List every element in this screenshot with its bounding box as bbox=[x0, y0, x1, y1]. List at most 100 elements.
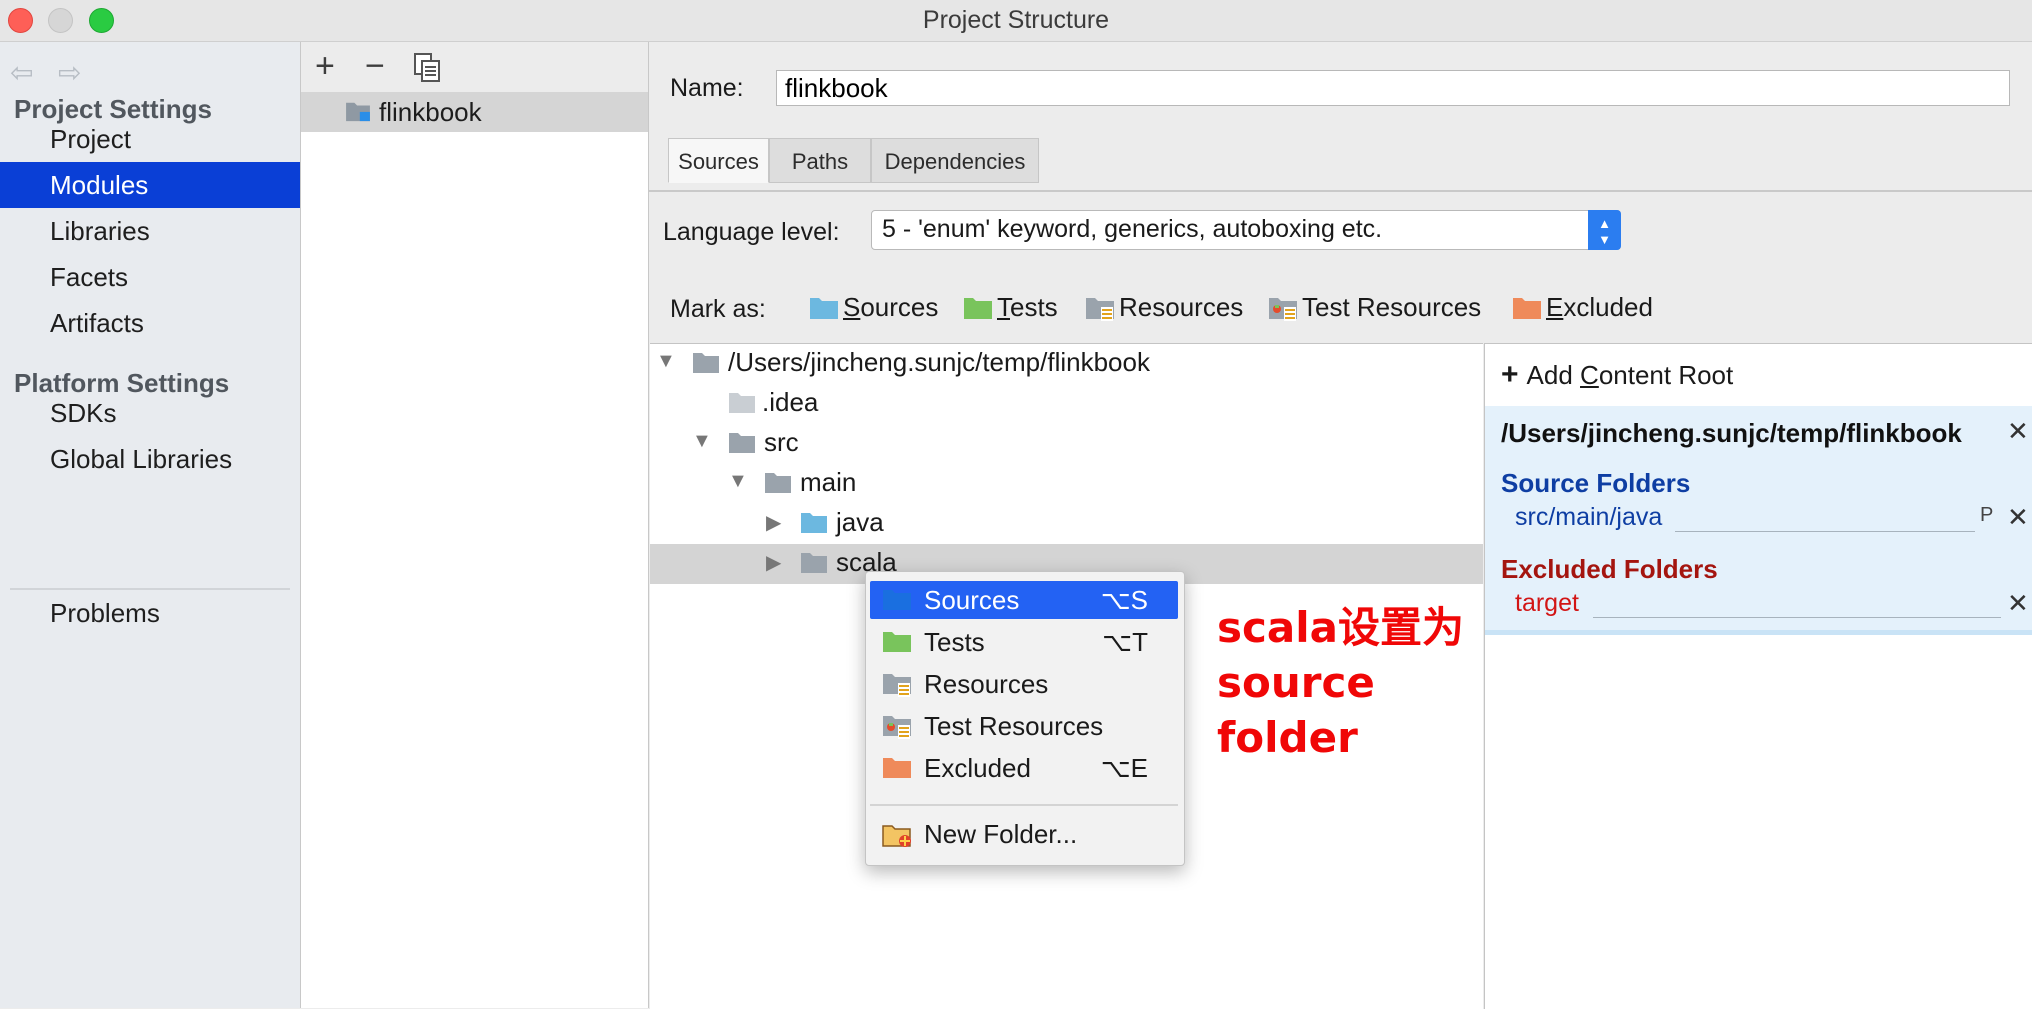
resources-folder-icon bbox=[883, 674, 911, 697]
language-level-label: Language level: bbox=[663, 218, 840, 246]
menu-item-shortcut: ⌥E bbox=[1100, 753, 1148, 783]
collapse-arrow-icon[interactable]: ▶ bbox=[766, 550, 781, 575]
folder-icon bbox=[729, 393, 755, 413]
select-stepper-icon[interactable]: ▲ ▼ bbox=[1588, 210, 1621, 250]
sidebar-item-modules[interactable]: Modules bbox=[0, 162, 300, 208]
mark-as-label: Mark as: bbox=[670, 295, 766, 323]
mark-test-resources-button[interactable]: Test Resources bbox=[1268, 292, 1498, 326]
mark-sources-label: ources bbox=[860, 292, 939, 322]
content-root-entry: /Users/jincheng.sunjc/temp/flinkbook ✕ S… bbox=[1485, 406, 2032, 635]
mark-excluded-mnemonic: E bbox=[1546, 292, 1564, 322]
back-arrow-icon[interactable]: ⇦ bbox=[10, 56, 33, 89]
menu-item-shortcut: ⌥S bbox=[1100, 585, 1148, 615]
tree-node-root[interactable]: ▼ /Users/jincheng.sunjc/temp/flinkbook bbox=[650, 344, 1483, 384]
annotation-line-3: folder bbox=[1217, 713, 1358, 762]
new-folder-icon bbox=[882, 825, 911, 847]
expand-arrow-icon[interactable]: ▼ bbox=[656, 350, 676, 373]
package-prefix-icon[interactable]: P bbox=[1980, 504, 1993, 527]
menu-item-test-resources[interactable]: Test Resources bbox=[870, 707, 1178, 745]
tree-node-main[interactable]: ▼ main bbox=[650, 464, 1483, 504]
mark-sources-mnemonic: S bbox=[843, 292, 861, 322]
mark-test-resources-label: Test Resources bbox=[1302, 292, 1482, 322]
plus-icon: + bbox=[1501, 358, 1519, 391]
sidebar-item-artifacts[interactable]: Artifacts bbox=[0, 300, 300, 346]
menu-item-sources[interactable]: Sources ⌥S bbox=[870, 581, 1178, 619]
language-level-select[interactable]: 5 - 'enum' keyword, generics, autoboxing… bbox=[871, 210, 1621, 250]
module-list-item[interactable]: flinkbook bbox=[301, 92, 648, 132]
resources-folder-icon bbox=[1086, 298, 1114, 321]
forward-arrow-icon[interactable]: ⇨ bbox=[58, 56, 81, 89]
add-content-root-button[interactable]: + Add Content Root bbox=[1501, 358, 1733, 392]
tests-folder-icon bbox=[964, 298, 992, 319]
source-folders-header: Source Folders bbox=[1501, 468, 1691, 498]
sidebar-item-facets[interactable]: Facets bbox=[0, 254, 300, 300]
settings-sidebar: ⇦ ⇨ Project Settings Project Modules Lib… bbox=[0, 42, 301, 1008]
menu-item-tests[interactable]: Tests ⌥T bbox=[870, 623, 1178, 661]
module-name-field[interactable] bbox=[776, 70, 2010, 106]
menu-item-resources[interactable]: Resources bbox=[870, 665, 1178, 703]
tab-dependencies[interactable]: Dependencies bbox=[871, 138, 1039, 183]
mark-excluded-button[interactable]: Excluded bbox=[1512, 292, 1662, 326]
expand-arrow-icon[interactable]: ▼ bbox=[728, 470, 748, 493]
tab-sources[interactable]: Sources bbox=[668, 138, 769, 183]
mark-tests-button[interactable]: Tests bbox=[963, 292, 1083, 326]
tree-node-idea[interactable]: .idea bbox=[650, 384, 1483, 424]
collapse-arrow-icon[interactable]: ▶ bbox=[766, 510, 781, 535]
name-label: Name: bbox=[670, 74, 744, 102]
mark-excluded-label: xcluded bbox=[1563, 292, 1653, 322]
sidebar-item-libraries[interactable]: Libraries bbox=[0, 208, 300, 254]
test-resources-folder-icon bbox=[1269, 298, 1297, 321]
menu-item-new-folder[interactable]: New Folder... bbox=[870, 815, 1178, 853]
menu-item-label: Test Resources bbox=[924, 711, 1104, 741]
sidebar-item-problems[interactable]: Problems bbox=[0, 590, 300, 636]
excluded-folder-icon bbox=[1513, 298, 1541, 319]
menu-item-excluded[interactable]: Excluded ⌥E bbox=[870, 749, 1178, 787]
tab-divider bbox=[649, 190, 2032, 192]
remove-module-button[interactable]: − bbox=[365, 48, 385, 84]
tree-node-label: java bbox=[836, 507, 884, 537]
remove-excluded-folder-close-icon[interactable]: ✕ bbox=[2007, 588, 2029, 619]
sidebar-item-global-libraries[interactable]: Global Libraries bbox=[0, 436, 300, 482]
sources-folder-icon bbox=[801, 513, 827, 533]
sources-folder-icon bbox=[810, 298, 838, 319]
module-list-panel: + − flinkbook bbox=[301, 42, 649, 1008]
folder-icon bbox=[801, 553, 827, 573]
module-toolbar: + − bbox=[301, 42, 648, 92]
menu-item-label: Resources bbox=[924, 669, 1049, 699]
add-root-mnemonic: C bbox=[1580, 360, 1599, 390]
language-level-value: 5 - 'enum' keyword, generics, autoboxing… bbox=[882, 215, 1383, 243]
menu-item-label: Tests bbox=[924, 627, 985, 657]
source-folder-underline bbox=[1675, 531, 1975, 532]
sidebar-item-project[interactable]: Project bbox=[0, 116, 300, 162]
module-editor: Name: Sources Paths Dependencies Languag… bbox=[649, 42, 2032, 1009]
remove-root-close-icon[interactable]: ✕ bbox=[2007, 416, 2029, 447]
excluded-folder-item: target bbox=[1515, 589, 1579, 617]
mark-sources-button[interactable]: Sources bbox=[809, 292, 959, 326]
tree-node-src[interactable]: ▼ src bbox=[650, 424, 1483, 464]
tree-node-java[interactable]: ▶ java bbox=[650, 504, 1483, 544]
mark-resources-button[interactable]: Resources bbox=[1085, 292, 1255, 326]
expand-arrow-icon[interactable]: ▼ bbox=[692, 430, 712, 453]
tree-node-label: .idea bbox=[762, 387, 819, 417]
mark-directory-context-menu: Sources ⌥S Tests ⌥T Resources Test Resou… bbox=[865, 571, 1185, 866]
folder-icon bbox=[765, 473, 791, 493]
annotation-line-2: source bbox=[1217, 658, 1375, 707]
menu-item-label: Sources bbox=[924, 585, 1020, 615]
folder-icon bbox=[729, 433, 755, 453]
sidebar-item-sdks[interactable]: SDKs bbox=[0, 390, 300, 436]
sources-folder-icon bbox=[883, 590, 911, 610]
excluded-folder-underline bbox=[1593, 617, 2001, 618]
copy-module-icon[interactable] bbox=[413, 52, 443, 91]
menu-item-shortcut: ⌥T bbox=[1102, 627, 1148, 657]
red-annotation-text: scala设置为 source folder bbox=[1217, 600, 1464, 765]
tab-paths[interactable]: Paths bbox=[769, 138, 871, 183]
title-bar: Project Structure bbox=[0, 0, 2032, 42]
tree-node-label: main bbox=[800, 467, 857, 497]
add-module-button[interactable]: + bbox=[315, 48, 335, 84]
menu-separator bbox=[870, 804, 1178, 806]
remove-source-folder-close-icon[interactable]: ✕ bbox=[2007, 502, 2029, 533]
mark-tests-label: ests bbox=[1010, 292, 1058, 322]
mark-tests-mnemonic: T bbox=[997, 292, 1010, 322]
folder-icon bbox=[693, 353, 719, 373]
excluded-folders-header: Excluded Folders bbox=[1501, 554, 1718, 584]
